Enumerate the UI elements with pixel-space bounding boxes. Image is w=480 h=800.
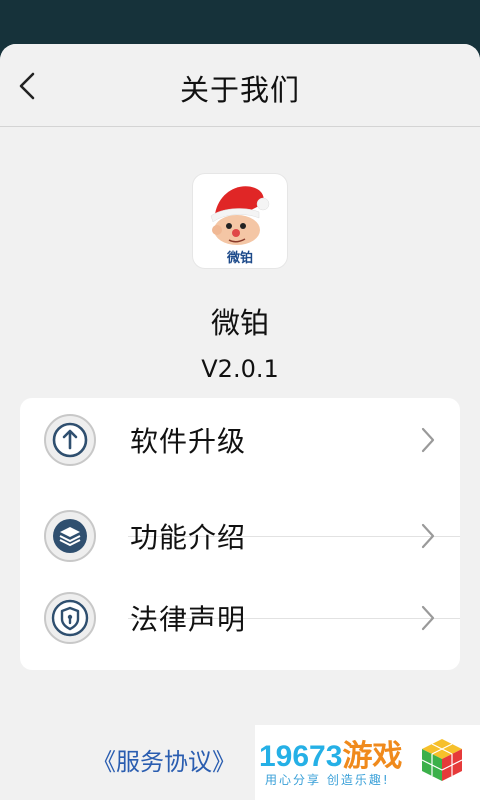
watermark-title: 19673游戏 xyxy=(259,731,402,775)
cube-logo-icon xyxy=(421,739,463,781)
watermark: 19673游戏 用心分享 创造乐趣! xyxy=(255,725,480,800)
page-title: 关于我们 xyxy=(179,73,300,107)
layers-icon xyxy=(44,510,96,562)
chevron-right-icon xyxy=(421,427,435,453)
watermark-number: 19673 xyxy=(259,740,343,773)
watermark-slogan: 用心分享 创造乐趣! xyxy=(265,773,390,787)
chevron-right-icon xyxy=(421,523,435,549)
watermark-title-cn: 游戏 xyxy=(342,740,403,773)
app-logo: 微铂 xyxy=(193,174,287,268)
menu-item-label: 法律声明 xyxy=(130,603,247,636)
about-screen: 关于我们 微铂 微铂 V2.0.1 软件升级 功能介绍 法律声明 《服务协议》 … xyxy=(0,44,480,800)
app-logo-text: 微铂 xyxy=(226,250,253,266)
app-name: 微铂 xyxy=(210,306,269,340)
chevron-right-icon xyxy=(421,605,435,631)
app-version: V2.0.1 xyxy=(201,355,279,383)
menu-card: 软件升级 功能介绍 法律声明 xyxy=(20,398,460,670)
nav-bar: 关于我们 xyxy=(0,44,480,127)
menu-item-legal[interactable]: 法律声明 xyxy=(20,576,460,658)
menu-item-label: 功能介绍 xyxy=(130,521,247,554)
menu-item-label: 软件升级 xyxy=(130,425,247,458)
menu-item-features[interactable]: 功能介绍 xyxy=(20,494,460,576)
upgrade-arrow-icon xyxy=(44,414,96,466)
service-agreement-link[interactable]: 《服务协议》 xyxy=(92,742,236,777)
menu-item-upgrade[interactable]: 软件升级 xyxy=(20,398,460,480)
shield-icon xyxy=(44,592,96,644)
